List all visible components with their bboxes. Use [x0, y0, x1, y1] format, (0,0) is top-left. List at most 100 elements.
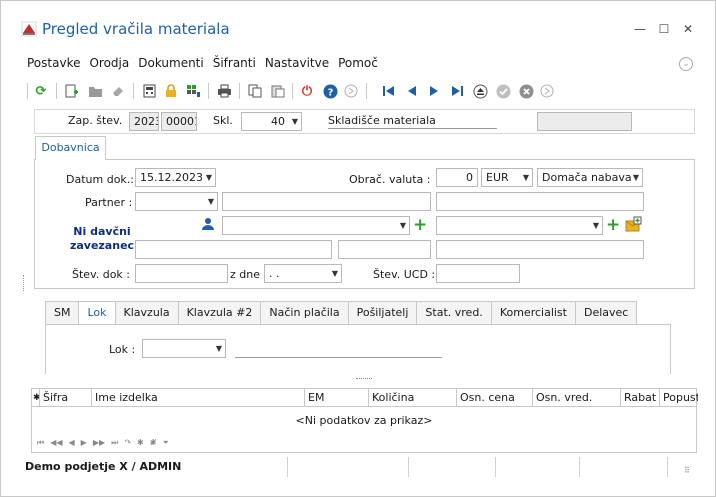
tab-lok[interactable]: Lok — [78, 301, 115, 325]
add-address-icon[interactable]: + — [606, 216, 622, 234]
tab-posiljatelj[interactable]: Pošiljatelj — [347, 301, 417, 325]
address-select[interactable]: ▼ — [436, 216, 603, 235]
contact-select[interactable]: ▼ — [222, 216, 410, 235]
copy-icon[interactable] — [246, 82, 264, 100]
chevron-down-icon: ▼ — [207, 197, 214, 206]
column-kolicina[interactable]: Količina — [369, 389, 457, 407]
minimize-button[interactable]: — — [632, 21, 648, 37]
partner-extra-field[interactable] — [436, 192, 644, 211]
nav-refresh-icon[interactable]: ↷ — [124, 438, 131, 448]
nav-insert-icon[interactable]: ✱ — [137, 438, 144, 448]
nav-filter-icon[interactable]: ⏷ — [162, 438, 168, 448]
partner-name-field[interactable] — [222, 192, 431, 211]
lock-icon[interactable] — [162, 82, 180, 100]
grid-navigator: ⏮ ◀◀ ◀ ▶ ▶▶ ⏭ ↷ ✱ ✱̸ ⏷ — [37, 438, 169, 448]
maximize-button[interactable]: ☐ — [656, 21, 672, 37]
tab-komercialist[interactable]: Komercialist — [490, 301, 575, 325]
last-record-icon[interactable] — [448, 82, 466, 100]
address-line-field[interactable] — [135, 240, 332, 259]
column-osn-cena[interactable]: Osn. cena — [457, 389, 533, 407]
menu-sifranti[interactable]: Šifranti — [213, 56, 256, 74]
partner-select[interactable]: ▼ — [135, 192, 218, 211]
nav-first-icon[interactable]: ⏮ — [37, 438, 44, 448]
grid-settings-icon[interactable] — [184, 82, 202, 100]
doc-number-field[interactable] — [135, 264, 228, 283]
previous-record-icon[interactable] — [402, 82, 420, 100]
nav-prev-page-icon[interactable]: ◀◀ — [50, 438, 62, 448]
chevron-down-icon: ▼ — [331, 269, 338, 278]
status-separator — [495, 457, 496, 477]
nav-next-icon[interactable]: ▶ — [81, 438, 87, 448]
next-circle-icon[interactable] — [342, 82, 360, 100]
calculator-icon[interactable] — [140, 82, 158, 100]
menu-pomoc[interactable]: Pomoč — [338, 56, 378, 74]
postal-field[interactable] — [338, 240, 431, 259]
power-icon[interactable]: ⏻ — [298, 82, 316, 100]
status-field — [537, 112, 632, 131]
first-record-icon[interactable] — [379, 82, 397, 100]
city-field[interactable] — [436, 240, 644, 259]
nav-prev-icon[interactable]: ◀ — [69, 438, 75, 448]
year-field[interactable]: 2023 — [129, 112, 159, 131]
ucd-number-field[interactable] — [436, 264, 520, 283]
splitter-handle[interactable] — [23, 275, 25, 291]
menu-dokumenti[interactable]: Dokumenti — [138, 56, 203, 74]
splitter-handle[interactable] — [356, 378, 372, 380]
next-record-icon[interactable] — [425, 82, 443, 100]
skl-label: Skl. — [213, 114, 233, 127]
help-icon[interactable]: ? — [321, 82, 339, 100]
forward-circle-icon[interactable] — [538, 82, 556, 100]
menu-orodja[interactable]: Orodja — [89, 56, 129, 74]
resize-grip-icon[interactable]: ⠿ — [684, 466, 690, 475]
refresh-icon[interactable]: ⟳ — [32, 82, 50, 100]
document-number-field[interactable]: 00001 — [161, 112, 197, 131]
tab-dobavnica[interactable]: Dobavnica — [35, 136, 106, 160]
nav-edit-icon[interactable]: ✱̸ — [150, 438, 157, 448]
datum-dok-label: Datum dok.: — [66, 173, 134, 186]
cancel-icon[interactable] — [517, 82, 535, 100]
person-icon[interactable] — [201, 217, 215, 231]
partner-label: Partner : — [85, 196, 133, 209]
column-em[interactable]: EM — [305, 389, 369, 407]
column-ime-izdelka[interactable]: Ime izdelka — [92, 389, 305, 407]
currency-select[interactable]: EUR ▼ — [481, 168, 533, 187]
menu-postavke[interactable]: Postavke — [27, 56, 80, 74]
chevron-down-icon: ▼ — [399, 221, 406, 230]
folder-icon[interactable] — [86, 82, 104, 100]
new-document-icon[interactable] — [63, 82, 81, 100]
procurement-type-select[interactable]: Domača nabava ▼ — [537, 168, 643, 187]
lok-description-line — [235, 357, 442, 358]
eject-icon[interactable] — [471, 82, 489, 100]
close-button[interactable]: ✕ — [680, 21, 696, 37]
column-sifra[interactable]: Šifra — [40, 389, 92, 407]
doc-date-field[interactable]: . . ▼ — [264, 264, 342, 283]
eraser-icon[interactable] — [109, 82, 127, 100]
tab-nacin-placila[interactable]: Način plačila — [260, 301, 348, 325]
tab-klavzula[interactable]: Klavzula — [114, 301, 178, 325]
menu-nastavitve[interactable]: Nastavitve — [265, 56, 329, 74]
tab-stat-vred[interactable]: Stat. vred. — [416, 301, 491, 325]
menu-collapse-icon[interactable]: ⌄ — [679, 57, 693, 71]
column-popust[interactable]: Popust — [660, 389, 698, 407]
warehouse-value: 40 — [271, 115, 285, 128]
tab-sm[interactable]: SM — [45, 301, 79, 325]
nav-last-icon[interactable]: ⏭ — [111, 438, 118, 448]
tab-delavec[interactable]: Delavec — [574, 301, 638, 325]
paste-icon[interactable] — [269, 82, 287, 100]
zap-stev-label: Zap. štev. — [68, 114, 123, 127]
lok-select[interactable]: ▼ — [142, 339, 226, 358]
column-osn-vred[interactable]: Osn. vred. — [533, 389, 621, 407]
toolbar-separator — [366, 83, 367, 99]
column-rabat[interactable]: Rabat — [621, 389, 660, 407]
menu-bar: Postavke Orodja Dokumenti Šifranti Nasta… — [27, 56, 387, 74]
confirm-icon[interactable] — [494, 82, 512, 100]
date-field[interactable]: 15.12.2023 ▼ — [135, 168, 216, 187]
exchange-rate-field[interactable]: 0 — [436, 168, 478, 187]
add-contact-icon[interactable]: + — [413, 216, 429, 234]
tab-klavzula-2[interactable]: Klavzula #2 — [177, 301, 261, 325]
nav-next-page-icon[interactable]: ▶▶ — [93, 438, 105, 448]
status-separator — [287, 457, 288, 477]
warehouse-select[interactable]: 40 ▼ — [241, 112, 302, 131]
print-icon[interactable] — [215, 82, 233, 100]
mail-add-icon[interactable] — [625, 216, 642, 233]
